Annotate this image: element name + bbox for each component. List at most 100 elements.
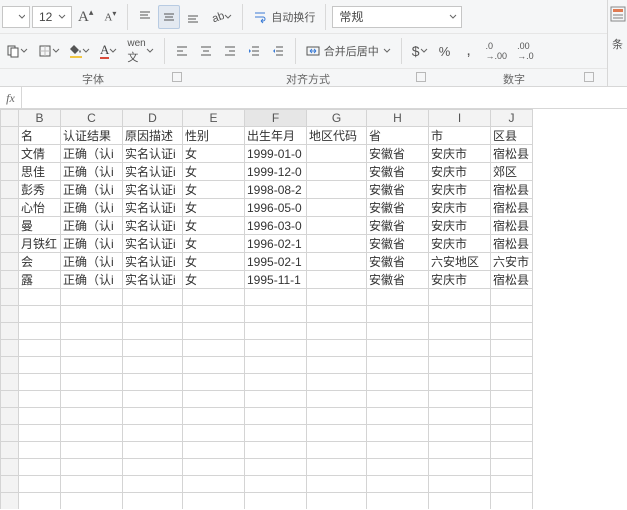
comma-style-button[interactable]: , xyxy=(458,39,480,63)
cell[interactable] xyxy=(307,306,367,323)
cell[interactable] xyxy=(429,476,491,493)
row-header[interactable] xyxy=(1,340,19,357)
cell[interactable] xyxy=(183,391,245,408)
cell[interactable] xyxy=(61,374,123,391)
cell[interactable]: 安徽省 xyxy=(367,199,429,217)
align-dialog-launcher[interactable] xyxy=(416,72,426,82)
cell[interactable]: 女 xyxy=(183,217,245,235)
cell[interactable] xyxy=(19,391,61,408)
cell[interactable] xyxy=(367,391,429,408)
col-header-G[interactable]: G xyxy=(307,110,367,127)
row-header[interactable] xyxy=(1,217,19,235)
decrease-decimal-button[interactable]: .00→.0 xyxy=(513,39,538,63)
cell[interactable]: 心怡 xyxy=(19,199,61,217)
cell[interactable] xyxy=(19,340,61,357)
cell[interactable] xyxy=(61,493,123,510)
cell[interactable]: 正确（认i xyxy=(61,253,123,271)
row-header[interactable] xyxy=(1,145,19,163)
cell[interactable] xyxy=(123,408,183,425)
cell[interactable] xyxy=(429,425,491,442)
align-top-button[interactable] xyxy=(134,5,156,29)
cell[interactable] xyxy=(429,306,491,323)
cell[interactable] xyxy=(491,357,533,374)
cell[interactable] xyxy=(61,289,123,306)
cell[interactable]: 女 xyxy=(183,271,245,289)
cell[interactable]: 宿松县 xyxy=(491,181,533,199)
cell[interactable]: 地区代码 xyxy=(307,127,367,145)
col-header-E[interactable]: E xyxy=(183,110,245,127)
font-size-combo[interactable]: 12 xyxy=(32,6,72,28)
cell[interactable] xyxy=(123,289,183,306)
cell[interactable] xyxy=(491,323,533,340)
grid[interactable]: BCDEFGHIJ名认证结果原因描述性别出生年月地区代码省市区县文倩正确（认i实… xyxy=(0,109,627,509)
cell[interactable] xyxy=(367,442,429,459)
cell[interactable]: 女 xyxy=(183,163,245,181)
cell[interactable]: 1996-05-0 xyxy=(245,199,307,217)
cell[interactable] xyxy=(245,425,307,442)
cell[interactable]: 实名认证i xyxy=(123,253,183,271)
cell[interactable]: 彭秀 xyxy=(19,181,61,199)
font-color-button[interactable]: A xyxy=(96,39,121,63)
select-all-corner[interactable] xyxy=(1,110,19,127)
cell[interactable] xyxy=(183,459,245,476)
cell[interactable] xyxy=(307,253,367,271)
cell[interactable] xyxy=(307,145,367,163)
cell[interactable] xyxy=(307,340,367,357)
cell[interactable] xyxy=(183,357,245,374)
cell[interactable] xyxy=(429,374,491,391)
cell[interactable] xyxy=(19,357,61,374)
align-center-button[interactable] xyxy=(195,39,217,63)
cell[interactable] xyxy=(307,357,367,374)
cell[interactable] xyxy=(307,476,367,493)
cell[interactable]: 区县 xyxy=(491,127,533,145)
cell[interactable]: 安徽省 xyxy=(367,235,429,253)
row-header[interactable] xyxy=(1,425,19,442)
cell[interactable]: 思佳 xyxy=(19,163,61,181)
row-header[interactable] xyxy=(1,181,19,199)
col-header-I[interactable]: I xyxy=(429,110,491,127)
cell[interactable] xyxy=(123,340,183,357)
cell[interactable] xyxy=(367,306,429,323)
cell[interactable]: 正确（认i xyxy=(61,199,123,217)
cell[interactable]: 实名认证i xyxy=(123,199,183,217)
row-header[interactable] xyxy=(1,357,19,374)
cell[interactable] xyxy=(123,391,183,408)
cell[interactable] xyxy=(367,459,429,476)
increase-indent-button[interactable] xyxy=(267,39,289,63)
cell[interactable] xyxy=(61,476,123,493)
font-dialog-launcher[interactable] xyxy=(172,72,182,82)
cell[interactable] xyxy=(307,199,367,217)
col-header-F[interactable]: F xyxy=(245,110,307,127)
cell[interactable]: 省 xyxy=(367,127,429,145)
cell[interactable] xyxy=(307,493,367,510)
cell[interactable] xyxy=(245,340,307,357)
cell[interactable] xyxy=(183,425,245,442)
cell[interactable] xyxy=(307,289,367,306)
cell[interactable] xyxy=(61,306,123,323)
cell[interactable]: 文倩 xyxy=(19,145,61,163)
cell[interactable] xyxy=(183,442,245,459)
cell[interactable]: 实名认证i xyxy=(123,163,183,181)
cell[interactable] xyxy=(61,323,123,340)
cell[interactable] xyxy=(123,425,183,442)
cell[interactable]: 安庆市 xyxy=(429,217,491,235)
cell[interactable]: 安徽省 xyxy=(367,253,429,271)
cell[interactable] xyxy=(61,340,123,357)
cell[interactable]: 会 xyxy=(19,253,61,271)
row-header[interactable] xyxy=(1,476,19,493)
cell[interactable]: 安徽省 xyxy=(367,217,429,235)
cell[interactable] xyxy=(19,306,61,323)
cell[interactable]: 安徽省 xyxy=(367,271,429,289)
cell[interactable] xyxy=(19,493,61,510)
cell[interactable]: 曼 xyxy=(19,217,61,235)
cell[interactable]: 实名认证i xyxy=(123,181,183,199)
row-header[interactable] xyxy=(1,391,19,408)
col-header-H[interactable]: H xyxy=(367,110,429,127)
cell[interactable] xyxy=(61,425,123,442)
align-right-button[interactable] xyxy=(219,39,241,63)
cell[interactable] xyxy=(491,289,533,306)
cell[interactable] xyxy=(307,235,367,253)
styles-icon[interactable] xyxy=(610,6,626,22)
cell[interactable] xyxy=(429,323,491,340)
cell[interactable]: 实名认证i xyxy=(123,145,183,163)
